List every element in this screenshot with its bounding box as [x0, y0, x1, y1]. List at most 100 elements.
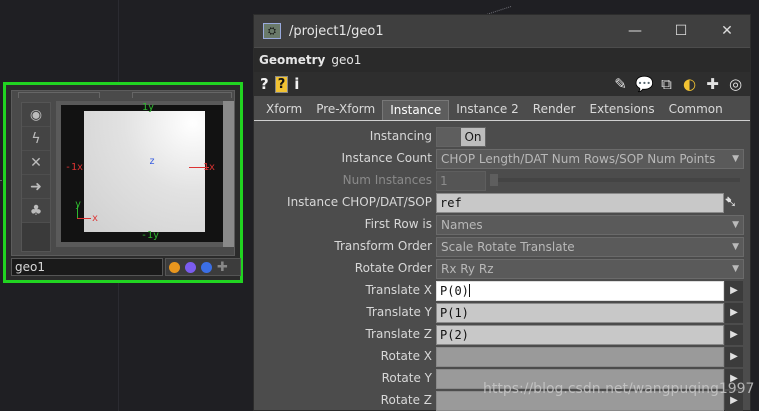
watermark: https://blog.csdn.net/wangpuqing1997	[483, 381, 755, 397]
tab-xform[interactable]: Xform	[259, 100, 309, 120]
expand-arrow-icon[interactable]: ▶	[725, 303, 743, 323]
field-value: P(0)	[440, 284, 469, 298]
param-label: Instancing	[369, 129, 432, 143]
num-instances-field[interactable]: 1	[436, 171, 486, 191]
first-row-dropdown[interactable]: Names ▼	[436, 215, 744, 235]
instance-op-field[interactable]: ref	[436, 193, 724, 213]
dropdown-value: Scale Rotate Translate	[441, 240, 575, 254]
param-toolbar: ? ? i ✎ 💬 ⧉ ◐ ✚ ◎	[254, 72, 750, 96]
param-label: Rotate X	[380, 349, 432, 363]
x-axis-line	[189, 167, 209, 168]
chevron-down-icon: ▼	[732, 242, 739, 252]
param-label: Rotate Order	[354, 261, 432, 275]
num-instances-slider[interactable]	[490, 174, 740, 186]
plus-icon[interactable]: ✚	[704, 75, 721, 93]
gizmo-y-axis	[77, 206, 78, 218]
node-side-toolbar: ◉ ϟ ✕ ➜ ♣	[21, 102, 51, 252]
render-flag-icon[interactable]	[169, 261, 180, 273]
axis-label-left: -1x	[65, 162, 84, 173]
clone-icon[interactable]: ⧉	[658, 75, 675, 93]
expand-arrow-icon[interactable]: ▶	[725, 347, 743, 367]
op-type-label: Geometry	[259, 53, 326, 67]
node-flags: ✚	[165, 258, 241, 276]
geo-node[interactable]: ◉ ϟ ✕ ➜ ♣ 1y -1y -1x 1x z y x geo1 ✚	[3, 82, 243, 283]
translate-y-field[interactable]: P(1)	[436, 303, 724, 323]
chevron-down-icon: ▼	[732, 154, 739, 164]
gizmo-y-label: y	[75, 199, 82, 210]
op-header: Geometry geo1	[254, 48, 750, 72]
tab-pre-xform[interactable]: Pre-Xform	[309, 100, 382, 120]
param-label: First Row is	[364, 217, 432, 231]
node-viewer-toggle[interactable]	[223, 101, 234, 247]
viewer-flag-icon[interactable]	[201, 261, 212, 273]
target-icon[interactable]: ◎	[727, 75, 744, 93]
chevron-down-icon: ▼	[732, 264, 739, 274]
op-name-field[interactable]: geo1	[331, 53, 361, 67]
tab-instance-2[interactable]: Instance 2	[449, 100, 526, 120]
app-icon: ⛭	[263, 23, 281, 39]
gizmo-x-label: x	[92, 213, 99, 224]
param-row-instance-count: Instance Count CHOP Length/DAT Num Rows/…	[254, 148, 750, 170]
tab-render[interactable]: Render	[526, 100, 583, 120]
chevron-down-icon: ▼	[732, 220, 739, 230]
param-label: Transform Order	[334, 239, 432, 253]
param-row-instancing: Instancing On	[254, 126, 750, 148]
text-caret	[468, 284, 470, 297]
target-icon[interactable]: ◉	[22, 103, 50, 127]
expand-arrow-icon[interactable]: ▶	[725, 281, 743, 301]
tab-extensions[interactable]: Extensions	[583, 100, 662, 120]
help-icon[interactable]: ?	[260, 75, 269, 93]
python-icon[interactable]: ◐	[681, 75, 698, 93]
param-label: Num Instances	[342, 173, 432, 187]
cross-icon[interactable]: ✕	[22, 151, 50, 175]
gizmo-x-axis	[77, 218, 91, 219]
axis-label-top: 1y	[142, 102, 155, 113]
param-row-first-row: First Row is Names ▼	[254, 214, 750, 236]
node-top-tabs	[14, 92, 232, 98]
param-row-translate-y: Translate Y P(1) ▶	[254, 302, 750, 324]
dropdown-value: Rx Ry Rz	[441, 262, 494, 276]
expand-arrow-icon[interactable]: ▶	[725, 325, 743, 345]
instancing-toggle[interactable]: On	[436, 127, 486, 147]
translate-z-field[interactable]: P(2)	[436, 325, 724, 345]
pencil-icon[interactable]: ✎	[612, 75, 629, 93]
op-pointer-icon[interactable]: ➷	[724, 192, 746, 214]
maximize-button[interactable]: ☐	[658, 15, 704, 47]
arrow-right-icon[interactable]: ➜	[22, 175, 50, 199]
close-button[interactable]: ✕	[704, 15, 750, 47]
display-flag-icon[interactable]	[185, 261, 196, 273]
comment-icon[interactable]: 💬	[635, 75, 654, 93]
param-row-rotate-order: Rotate Order Rx Ry Rz ▼	[254, 258, 750, 280]
parameter-window: ⛭ /project1/geo1 — ☐ ✕ Geometry geo1 ? ?…	[253, 14, 751, 411]
tab-common[interactable]: Common	[662, 100, 730, 120]
param-row-translate-x: Translate X P(0) ▶	[254, 280, 750, 302]
rotate-x-field[interactable]	[436, 347, 724, 367]
node-viewer-frame: ◉ ϟ ✕ ➜ ♣ 1y -1y -1x 1x z y x	[11, 90, 235, 256]
dropdown-value: CHOP Length/DAT Num Rows/SOP Num Points	[441, 152, 716, 166]
minimize-button[interactable]: —	[612, 15, 658, 47]
param-row-transform-order: Transform Order Scale Rotate Translate ▼	[254, 236, 750, 258]
param-row-rotate-x: Rotate X ▶	[254, 346, 750, 368]
info-icon[interactable]: i	[294, 75, 299, 93]
instance-count-dropdown[interactable]: CHOP Length/DAT Num Rows/SOP Num Points …	[436, 149, 744, 169]
toggle-value: On	[461, 128, 485, 146]
node-viewport[interactable]: 1y -1y -1x 1x z y x	[56, 101, 232, 247]
param-label: Translate Y	[366, 305, 432, 319]
op-help-icon[interactable]: ?	[274, 75, 289, 93]
param-row-instance-op: Instance CHOP/DAT/SOP ref ➷	[254, 192, 750, 214]
param-label: Rotate Z	[380, 393, 432, 407]
viewport-rectangle	[84, 111, 205, 232]
pulse-icon[interactable]: ϟ	[22, 127, 50, 151]
transform-order-dropdown[interactable]: Scale Rotate Translate ▼	[436, 237, 744, 257]
translate-x-field[interactable]: P(0)	[436, 281, 724, 301]
title-bar[interactable]: ⛭ /project1/geo1 — ☐ ✕	[254, 15, 750, 47]
sprout-icon[interactable]: ♣	[22, 199, 50, 223]
param-label: Instance CHOP/DAT/SOP	[287, 195, 432, 209]
param-tabs: Xform Pre-Xform Instance Instance 2 Rend…	[254, 99, 750, 121]
node-name-label[interactable]: geo1	[11, 258, 163, 276]
rotate-order-dropdown[interactable]: Rx Ry Rz ▼	[436, 259, 744, 279]
param-label: Translate Z	[365, 327, 432, 341]
plus-icon[interactable]: ✚	[217, 260, 228, 275]
param-row-translate-z: Translate Z P(2) ▶	[254, 324, 750, 346]
tab-instance[interactable]: Instance	[382, 100, 450, 120]
